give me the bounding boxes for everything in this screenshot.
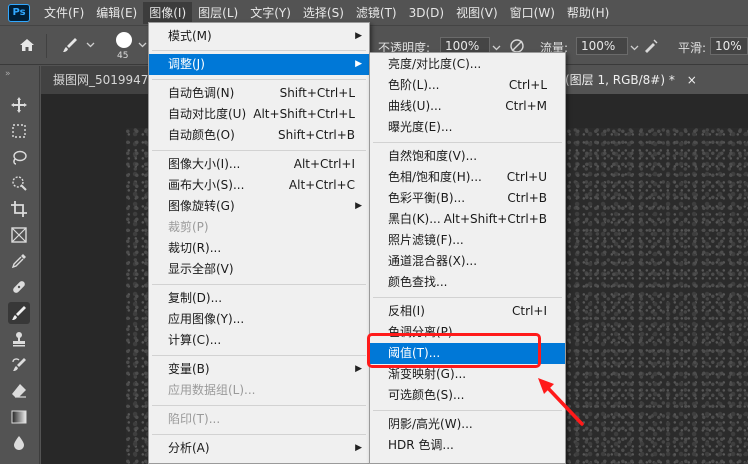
document-tab-active[interactable]: (图层 1, RGB/8#) * × <box>561 66 748 94</box>
menu-item-auto-color[interactable]: 自动颜色(O) Shift+Ctrl+B <box>149 125 369 146</box>
annotation-highlight-box <box>367 333 541 368</box>
eyedropper-tool-icon[interactable] <box>8 250 30 272</box>
move-tool-icon[interactable] <box>8 94 30 116</box>
menu-select[interactable]: 选择(S) <box>297 2 350 24</box>
menu-item-exposure[interactable]: 曝光度(E)... <box>370 117 565 138</box>
menu-item-variables[interactable]: 变量(B) ▶ <box>149 359 369 380</box>
menu-item-auto-contrast[interactable]: 自动对比度(U) Alt+Shift+Ctrl+L <box>149 104 369 125</box>
menu-item-invert[interactable]: 反相(I) Ctrl+I <box>370 301 565 322</box>
menu-item-hdr-toning[interactable]: HDR 色调... <box>370 435 565 456</box>
frame-tool-icon[interactable] <box>8 224 30 246</box>
menu-file[interactable]: 文件(F) <box>38 2 90 24</box>
menu-item-canvas-size[interactable]: 画布大小(S)... Alt+Ctrl+C <box>149 175 369 196</box>
toolbar: » <box>0 66 40 464</box>
menu-item-trim[interactable]: 裁切(R)... <box>149 238 369 259</box>
menu-view[interactable]: 视图(V) <box>450 2 504 24</box>
menu-item-image-rotation[interactable]: 图像旋转(G) ▶ <box>149 196 369 217</box>
marquee-tool-icon[interactable] <box>8 120 30 142</box>
menu-item-vibrance[interactable]: 自然饱和度(V)... <box>370 146 565 167</box>
home-icon[interactable] <box>18 36 36 57</box>
menu-item-duplicate[interactable]: 复制(D)... <box>149 288 369 309</box>
menu-type[interactable]: 文字(Y) <box>244 2 297 24</box>
menu-item-channel-mixer[interactable]: 通道混合器(X)... <box>370 251 565 272</box>
document-tab-label: (图层 1, RGB/8#) * <box>565 73 675 87</box>
close-icon[interactable]: × <box>687 73 697 87</box>
quick-selection-tool-icon[interactable] <box>8 172 30 194</box>
brush-tool-icon[interactable] <box>60 36 80 57</box>
menu-item-photo-filter[interactable]: 照片滤镜(F)... <box>370 230 565 251</box>
menu-item-curves[interactable]: 曲线(U)... Ctrl+M <box>370 96 565 117</box>
menu-item-mode[interactable]: 模式(M) ▶ <box>149 26 369 47</box>
brush-tool-icon[interactable] <box>8 302 30 324</box>
menu-3d[interactable]: 3D(D) <box>403 2 450 24</box>
menu-item-black-white[interactable]: 黑白(K)... Alt+Shift+Ctrl+B <box>370 209 565 230</box>
crop-tool-icon[interactable] <box>8 198 30 220</box>
menu-item-levels[interactable]: 色阶(L)... Ctrl+L <box>370 75 565 96</box>
smoothing-field[interactable]: 10% <box>710 37 748 55</box>
flow-field[interactable]: 100% <box>576 37 628 55</box>
menu-item-crop: 裁剪(P) <box>168 220 209 234</box>
chevron-down-icon[interactable] <box>86 38 95 52</box>
menu-item-hue-saturation[interactable]: 色相/饱和度(H)... Ctrl+U <box>370 167 565 188</box>
menu-filter[interactable]: 滤镜(T) <box>350 2 403 24</box>
menu-item-apply-image[interactable]: 应用图像(Y)... <box>149 309 369 330</box>
menu-item-adjustments[interactable]: 调整(J) ▶ <box>149 54 369 75</box>
menu-item-calculations[interactable]: 计算(C)... <box>149 330 369 351</box>
menu-item-auto-tone[interactable]: 自动色调(N) Shift+Ctrl+L <box>149 83 369 104</box>
gradient-tool-icon[interactable] <box>8 406 30 428</box>
smoothing-label: 平滑: <box>678 41 707 55</box>
brush-size-value: 45 <box>117 51 129 61</box>
menu-item-reveal-all[interactable]: 显示全部(V) <box>149 259 369 280</box>
menu-edit[interactable]: 编辑(E) <box>90 2 143 24</box>
lasso-tool-icon[interactable] <box>8 146 30 168</box>
annotation-arrow-icon <box>538 378 584 426</box>
menu-window[interactable]: 窗口(W) <box>504 2 561 24</box>
collapse-icon[interactable]: » <box>5 69 11 79</box>
menu-item-brightness-contrast[interactable]: 亮度/对比度(C)... <box>370 54 565 75</box>
airbrush-icon[interactable] <box>642 37 660 58</box>
eraser-tool-icon[interactable] <box>8 380 30 402</box>
blur-tool-icon[interactable] <box>8 432 30 454</box>
menu-item-apply-data-set: 应用数据组(L)... <box>168 383 256 397</box>
menu-bar: Ps 文件(F) 编辑(E) 图像(I) 图层(L) 文字(Y) 选择(S) 滤… <box>0 0 748 25</box>
document-tab[interactable]: 摄图网_501994726 <box>41 66 151 94</box>
menu-item-analysis[interactable]: 分析(A) ▶ <box>149 438 369 459</box>
healing-brush-tool-icon[interactable] <box>8 276 30 298</box>
menu-image[interactable]: 图像(I) <box>143 1 193 24</box>
menu-item-color-lookup[interactable]: 颜色查找... <box>370 272 565 293</box>
menu-item-image-size[interactable]: 图像大小(I)... Alt+Ctrl+I <box>149 154 369 175</box>
photoshop-logo: Ps <box>8 3 30 22</box>
image-menu-dropdown: 模式(M) ▶ 调整(J) ▶ 自动色调(N) Shift+Ctrl+L 自动对比度(… <box>148 22 370 464</box>
chevron-down-icon[interactable] <box>138 38 147 52</box>
clone-stamp-tool-icon[interactable] <box>8 328 30 350</box>
menu-item-color-balance[interactable]: 色彩平衡(B)... Ctrl+B <box>370 188 565 209</box>
menu-item-trap: 陷印(T)... <box>168 412 221 426</box>
chevron-down-icon[interactable] <box>630 41 639 55</box>
menu-layer[interactable]: 图层(L) <box>192 2 244 24</box>
menu-help[interactable]: 帮助(H) <box>561 2 615 24</box>
history-brush-tool-icon[interactable] <box>8 354 30 376</box>
